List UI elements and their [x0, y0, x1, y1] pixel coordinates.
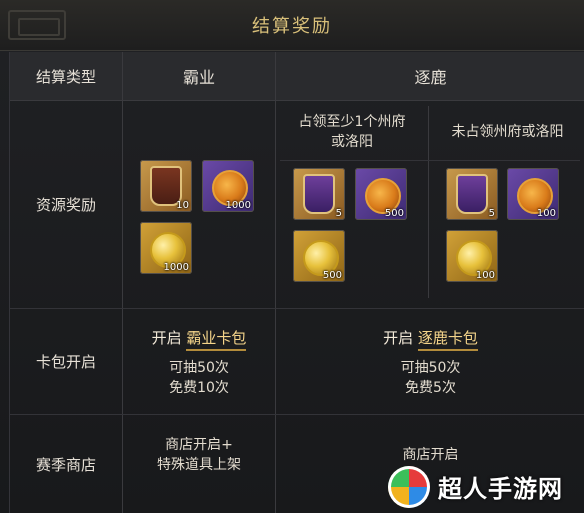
item-count: 5 [335, 208, 342, 219]
subcolumn-divider [428, 106, 429, 298]
subheader-occupy: 占领至少1个州府或洛阳 [276, 108, 428, 156]
zhulu-draw-count: 可抽50次 [400, 359, 461, 376]
bayie-draw-count: 可抽50次 [169, 359, 229, 376]
gold-coin-icon: 500 [293, 230, 345, 282]
badge-icon: 5 [446, 168, 498, 220]
header-zhulu-label: 逐鹿 [414, 68, 447, 87]
row-label-card-pack: 卡包开启 [10, 309, 122, 414]
item-count: 10 [176, 200, 189, 211]
zhulu-card-pack-link[interactable]: 逐鹿卡包 [417, 328, 478, 351]
logo-icon [388, 465, 430, 508]
badge-icon: 5 [293, 168, 345, 220]
item-count: 1000 [163, 262, 189, 273]
page-title: 结算奖励 [252, 16, 332, 37]
subheader-not-occupy-label: 未占领州府或洛阳 [451, 124, 564, 140]
zhulu-free-count: 免费5次 [405, 379, 456, 396]
title-bar: 结算奖励 [0, 0, 584, 51]
gold-coin-icon: 1000 [140, 222, 192, 274]
header-settlement-type: 结算类型 [10, 52, 122, 101]
open-prefix: 开启 [151, 328, 182, 347]
resource-reward-label: 资源奖励 [35, 196, 96, 214]
card-pack-zhulu: 开启 逐鹿卡包 可抽50次 免费5次 [276, 316, 584, 408]
swirl-coin-icon: 500 [355, 168, 407, 220]
card-pack-bayie: 开启 霸业卡包 可抽50次 免费10次 [123, 316, 275, 408]
open-prefix: 开启 [383, 328, 414, 347]
item-count: 500 [322, 270, 342, 281]
header-bayie-label: 霸业 [182, 68, 215, 87]
header-settlement-type-label: 结算类型 [35, 67, 96, 86]
subheader-divider [280, 160, 580, 161]
season-shop-label: 赛季商店 [35, 455, 96, 474]
card-pack-bayie-title: 开启 霸业卡包 [151, 327, 247, 351]
row-label-resource-reward: 资源奖励 [10, 101, 122, 308]
item-count: 500 [384, 208, 404, 219]
swirl-coin-icon: 1000 [202, 160, 254, 212]
item-count: 100 [536, 208, 556, 219]
item-count: 5 [488, 208, 495, 219]
bayie-card-pack-link[interactable]: 霸业卡包 [186, 328, 247, 351]
watermark-logo: 超人手游网 [388, 460, 584, 513]
swirl-coin-icon: 100 [507, 168, 559, 220]
gold-coin-icon: 100 [446, 230, 498, 282]
subheader-not-occupy: 未占领州府或洛阳 [430, 108, 584, 156]
subheader-occupy-label: 占领至少1个州府或洛阳 [298, 114, 406, 150]
row-label-season-shop: 赛季商店 [10, 415, 122, 513]
shop-bayie-line1: 商店开启+ [165, 437, 233, 453]
shop-bayie: 商店开启+ 特殊道具上架 [123, 420, 275, 490]
item-count: 100 [475, 270, 495, 281]
watermark-text: 超人手游网 [438, 475, 563, 503]
badge-icon: 10 [140, 160, 192, 212]
header-bayie: 霸业 [123, 52, 275, 101]
rewards-table: 结算类型 霸业 逐鹿 占领至少1个州府或洛阳 未占领州府或洛阳 资源奖励 卡包开… [9, 52, 584, 513]
item-count: 1000 [225, 200, 251, 211]
card-pack-zhulu-title: 开启 逐鹿卡包 [383, 327, 478, 351]
header-zhulu: 逐鹿 [276, 52, 584, 101]
card-pack-label: 卡包开启 [35, 353, 96, 371]
bayie-free-count: 免费10次 [169, 379, 229, 396]
shop-bayie-line2: 特殊道具上架 [157, 457, 241, 473]
